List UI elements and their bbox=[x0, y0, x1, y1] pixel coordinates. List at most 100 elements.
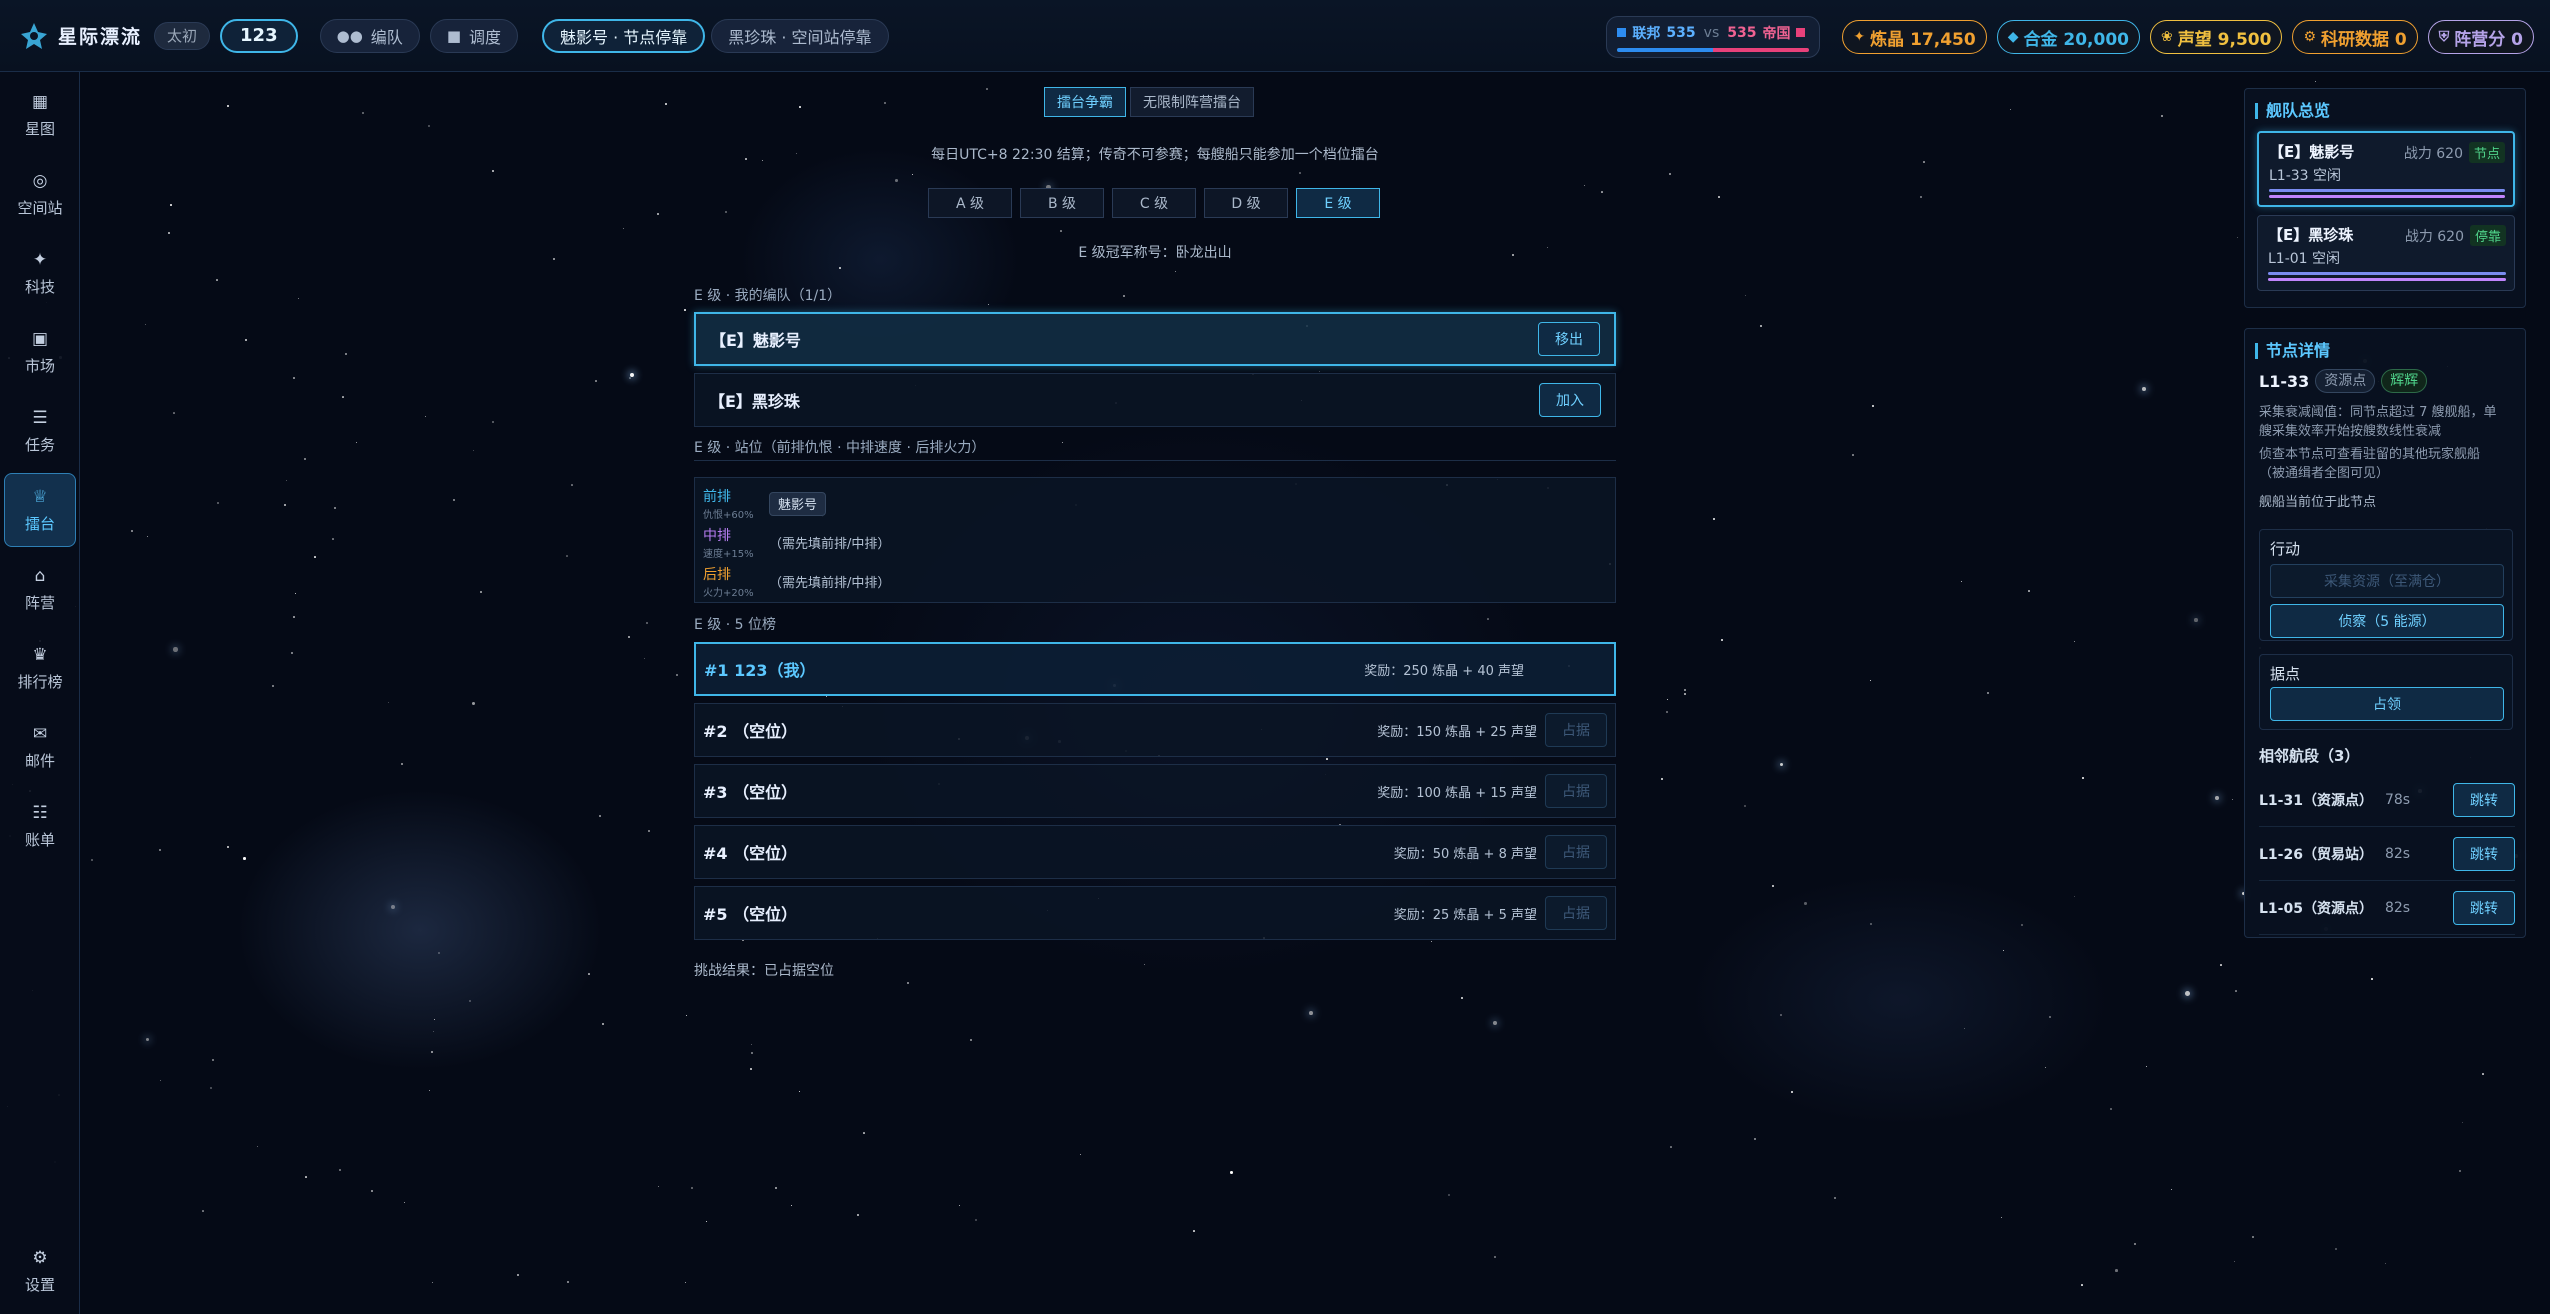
star bbox=[286, 480, 288, 482]
star bbox=[1319, 371, 1321, 373]
sidebar-item-7[interactable]: ♛ 排行榜 bbox=[4, 631, 76, 705]
grade-tab[interactable]: A 级 bbox=[928, 188, 1012, 218]
sidebar-item-5[interactable]: ♕ 擂台 bbox=[4, 473, 76, 547]
resource-label: 声望 9,500 bbox=[2177, 29, 2272, 50]
my-fleet-row[interactable]: 【E】黑珍珠 加入 bbox=[694, 373, 1616, 427]
fleet-state-badge: 停靠 bbox=[2469, 225, 2506, 246]
jump-button[interactable]: 跳转 bbox=[2453, 890, 2515, 925]
sidebar-item-label: 市场 bbox=[24, 356, 55, 375]
star bbox=[2082, 777, 2084, 779]
tab-arena[interactable]: 擂台争霸 bbox=[1044, 87, 1126, 117]
resource-badge[interactable]: ⚙ 科研数据 0 bbox=[2292, 20, 2418, 54]
rank-title: #3 （空位） bbox=[703, 783, 798, 802]
sidebar-item-6[interactable]: ⌂ 阵营 bbox=[4, 552, 76, 626]
star bbox=[1721, 639, 1724, 642]
map-icon: ▦ bbox=[31, 91, 49, 112]
star bbox=[1669, 173, 1672, 176]
app-logo: 星际漂流 bbox=[18, 20, 142, 52]
star bbox=[2110, 1108, 2112, 1110]
grade-tab[interactable]: E 级 bbox=[1296, 188, 1380, 218]
star bbox=[1804, 902, 1807, 905]
positions-title: E 级 · 站位（前排仇恨 · 中排速度 · 后排火力） bbox=[694, 440, 986, 456]
star bbox=[2235, 990, 2237, 992]
join-button[interactable]: 加入 bbox=[1539, 383, 1601, 417]
resource-badge[interactable]: ❀ 声望 9,500 bbox=[2150, 20, 2283, 54]
grade-tab[interactable]: C 级 bbox=[1112, 188, 1196, 218]
jump-button[interactable]: 跳转 bbox=[2453, 782, 2515, 817]
star bbox=[799, 106, 801, 108]
resource-badge[interactable]: ⛨ 阵营分 0 bbox=[2427, 20, 2534, 54]
station-icon: ◎ bbox=[32, 170, 48, 191]
resource-badge[interactable]: ◆ 合金 20,000 bbox=[1996, 20, 2140, 54]
star bbox=[227, 105, 230, 108]
star bbox=[425, 416, 427, 418]
star bbox=[907, 982, 909, 984]
alloy-icon: ◆ bbox=[2007, 29, 2019, 45]
player-number-badge[interactable]: 123 bbox=[220, 18, 298, 53]
federation-name: 联邦 bbox=[1632, 25, 1661, 42]
sidebar-item-2[interactable]: ✦ 科技 bbox=[4, 236, 76, 310]
position-ship-chip[interactable]: 魅影号 bbox=[769, 491, 827, 516]
grade-tab[interactable]: B 级 bbox=[1020, 188, 1104, 218]
fleet-state-badge: 节点 bbox=[2468, 142, 2505, 163]
faction-balance: 联邦 535 vs 535 帝国 bbox=[1606, 16, 1821, 58]
occupy-button[interactable]: 占领 bbox=[2270, 687, 2504, 721]
sidebar-item-settings[interactable]: ⚙ 设置 bbox=[4, 1234, 76, 1308]
fleet-location: L1-33 空闲 bbox=[2269, 168, 2342, 184]
star bbox=[2252, 1236, 2254, 1238]
star bbox=[676, 674, 678, 676]
topnav-dispatch-button[interactable]: ■ 调度 bbox=[429, 18, 519, 53]
ranking-row: #2 （空位） 奖励：150 炼晶 + 25 声望 占据 bbox=[694, 703, 1616, 757]
jump-button[interactable]: 跳转 bbox=[2453, 836, 2515, 871]
grade-tab[interactable]: D 级 bbox=[1204, 188, 1288, 218]
sidebar-item-1[interactable]: ◎ 空间站 bbox=[4, 157, 76, 231]
star bbox=[750, 1068, 752, 1070]
resource-badge[interactable]: ✦ 炼晶 17,450 bbox=[1842, 20, 1987, 54]
sidebar-item-8[interactable]: ✉ 邮件 bbox=[4, 710, 76, 784]
occupy-rank-button[interactable]: 占据 bbox=[1545, 835, 1607, 869]
position-name: 中排 bbox=[703, 528, 731, 544]
star bbox=[685, 1282, 687, 1284]
fleet-tab-phantom[interactable]: 魅影号 · 节点停靠 bbox=[542, 18, 706, 53]
star bbox=[658, 1186, 660, 1188]
star bbox=[428, 125, 431, 128]
sidebar-item-3[interactable]: ▣ 市场 bbox=[4, 315, 76, 389]
topnav-fleet-button[interactable]: ●● 编队 bbox=[319, 18, 420, 53]
position-hint: （需先填前排/中排） bbox=[769, 537, 891, 552]
occupy-rank-button[interactable]: 占据 bbox=[1545, 896, 1607, 930]
sidebar-item-4[interactable]: ☰ 任务 bbox=[4, 394, 76, 468]
occupy-rank-button[interactable]: 占据 bbox=[1545, 774, 1607, 808]
star bbox=[1744, 805, 1747, 808]
adjacent-name: L1-26（贸易站） bbox=[2259, 846, 2373, 863]
star bbox=[2237, 237, 2239, 239]
sidebar-item-label: 阵营 bbox=[24, 593, 55, 612]
remove-button[interactable]: 移出 bbox=[1538, 322, 1600, 356]
my-fleet-row[interactable]: 【E】魅影号 移出 bbox=[694, 312, 1616, 366]
sidebar-item-label: 任务 bbox=[24, 435, 55, 454]
occupy-rank-button[interactable]: 占据 bbox=[1545, 713, 1607, 747]
star bbox=[1667, 699, 1669, 701]
gather-button[interactable]: 采集资源（至满仓） bbox=[2270, 564, 2504, 598]
fleet-overview-item[interactable]: 【E】黑珍珠 战力 620 停靠 L1-01 空闲 bbox=[2257, 215, 2515, 291]
federation-count: 535 bbox=[1666, 24, 1696, 41]
star bbox=[2234, 1261, 2236, 1263]
star bbox=[2462, 1122, 2464, 1124]
sidebar-item-label: 擂台 bbox=[24, 514, 55, 533]
fleet-tab-black-pearl[interactable]: 黑珍珠 · 空间站停靠 bbox=[711, 18, 889, 53]
empire-share bbox=[1713, 47, 1810, 52]
fleet-overview-item[interactable]: 【E】魅影号 战力 620 节点 L1-33 空闲 bbox=[2257, 131, 2515, 207]
star bbox=[684, 309, 686, 311]
logo-icon bbox=[21, 22, 47, 49]
sidebar-item-9[interactable]: ☷ 账单 bbox=[4, 789, 76, 863]
star bbox=[912, 174, 914, 176]
resource-label: 炼晶 17,450 bbox=[1870, 29, 1976, 50]
sidebar-item-0[interactable]: ▦ 星图 bbox=[4, 78, 76, 152]
scout-button[interactable]: 侦察（5 能源） bbox=[2270, 604, 2504, 638]
tab-faction-arena[interactable]: 无限制阵营擂台 bbox=[1130, 87, 1254, 117]
star bbox=[2482, 1073, 2484, 1075]
node-status-chip: 辉辉 bbox=[2381, 369, 2428, 393]
star bbox=[272, 685, 275, 688]
star bbox=[210, 1087, 213, 1090]
star bbox=[1870, 680, 1872, 682]
users-icon: ●● bbox=[336, 26, 363, 45]
